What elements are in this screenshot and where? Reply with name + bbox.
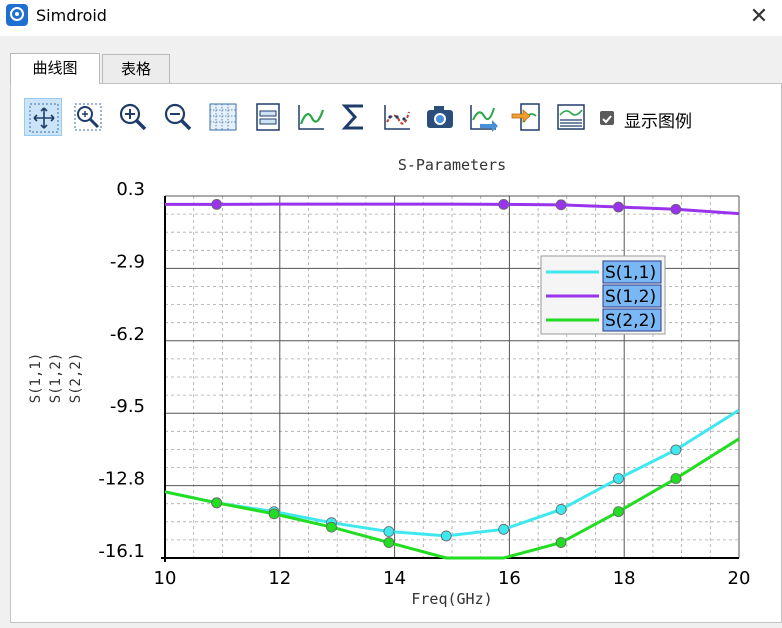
data-point-marker	[383, 537, 395, 548]
legend-label: S(1,1)	[605, 263, 656, 283]
y-axis-label: S(1,1)	[28, 353, 44, 404]
chart-title: S-Parameters	[398, 156, 506, 174]
y-tick-label: 0.3	[116, 179, 145, 200]
s-parameters-chart[interactable]: S-Parameters 10 12 14 16 18 20 0.3 -2.9 -6.2 -9.5 -…	[0, 0, 782, 628]
x-tick-label: 14	[383, 568, 406, 589]
data-point-marker	[498, 523, 510, 535]
data-point-marker	[670, 203, 682, 215]
y-tick-label: -2.9	[110, 251, 145, 272]
data-point-marker	[670, 444, 682, 456]
x-axis-label: Freq(GHz)	[411, 590, 492, 608]
y-tick-label: -6.2	[110, 324, 145, 345]
x-tick-label: 16	[498, 568, 521, 589]
legend-label: S(2,2)	[605, 311, 656, 331]
data-point-marker	[613, 201, 624, 213]
data-point-marker	[555, 504, 567, 515]
legend-label: S(1,2)	[605, 287, 656, 307]
data-point-marker	[211, 497, 223, 509]
data-point-marker	[555, 199, 567, 211]
data-point-marker	[326, 521, 337, 533]
data-point-marker	[613, 473, 624, 484]
y-tick-label: -12.8	[98, 469, 145, 490]
data-point-marker	[268, 508, 280, 520]
x-tick-label: 12	[268, 568, 291, 589]
data-point-marker	[383, 526, 395, 537]
y-axis-label: S(1,2)	[48, 353, 64, 404]
data-point-marker	[440, 530, 452, 542]
data-point-marker	[670, 473, 682, 484]
data-point-marker	[613, 506, 624, 518]
data-point-marker	[211, 198, 223, 210]
x-tick-label: 20	[728, 568, 751, 589]
data-point-marker	[498, 198, 510, 210]
y-axis-label: S(2,2)	[68, 353, 84, 404]
data-point-marker	[555, 537, 567, 548]
y-tick-label: -9.5	[110, 396, 145, 417]
y-tick-label: -16.1	[98, 541, 145, 562]
x-tick-label: 18	[613, 568, 636, 589]
x-tick-label: 10	[154, 568, 177, 589]
